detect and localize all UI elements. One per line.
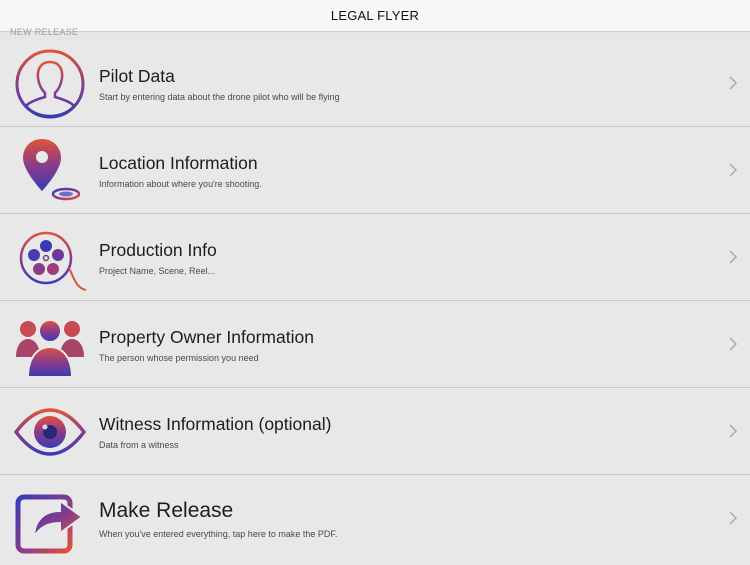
- row-witness-information[interactable]: Witness Information (optional) Data from…: [0, 388, 750, 475]
- row-location-information[interactable]: Location Information Information about w…: [0, 127, 750, 214]
- row-subtitle: Start by entering data about the drone p…: [99, 92, 340, 102]
- row-subtitle: Information about where you're shooting.: [99, 179, 262, 189]
- nav-title: LEGAL FLYER: [330, 8, 420, 23]
- navigation-bar: LEGAL FLYER: [0, 0, 750, 32]
- chevron-right-icon: [728, 249, 738, 265]
- row-title: Witness Information (optional): [99, 414, 332, 434]
- row-subtitle: When you've entered everything, tap here…: [99, 529, 338, 539]
- eye-icon: [13, 396, 87, 468]
- row-subtitle: Data from a witness: [99, 440, 179, 450]
- section-header: NEW RELEASE: [10, 27, 79, 37]
- row-title: Location Information: [99, 153, 258, 173]
- row-pilot-data[interactable]: Pilot Data Start by entering data about …: [0, 40, 750, 127]
- share-arrow-icon: [14, 483, 86, 555]
- row-title: Pilot Data: [99, 66, 175, 86]
- row-production-info[interactable]: Production Info Project Name, Scene, Ree…: [0, 214, 750, 301]
- chevron-right-icon: [728, 162, 738, 178]
- chevron-right-icon: [728, 336, 738, 352]
- chevron-right-icon: [728, 423, 738, 439]
- menu-list: Pilot Data Start by entering data about …: [0, 40, 750, 565]
- row-subtitle: Project Name, Scene, Reel...: [99, 266, 216, 276]
- chevron-right-icon: [728, 510, 738, 526]
- film-reel-icon: [14, 222, 87, 294]
- people-group-icon: [14, 309, 86, 381]
- row-property-owner-information[interactable]: Property Owner Information The person wh…: [0, 301, 750, 388]
- chevron-right-icon: [728, 75, 738, 91]
- row-title: Make Release: [99, 499, 234, 522]
- row-make-release[interactable]: Make Release When you've entered everyth…: [0, 475, 750, 565]
- location-pin-icon: [14, 135, 86, 207]
- row-subtitle: The person whose permission you need: [99, 353, 259, 363]
- row-title: Property Owner Information: [99, 327, 314, 347]
- pilot-icon: [14, 48, 86, 120]
- row-title: Production Info: [99, 240, 217, 260]
